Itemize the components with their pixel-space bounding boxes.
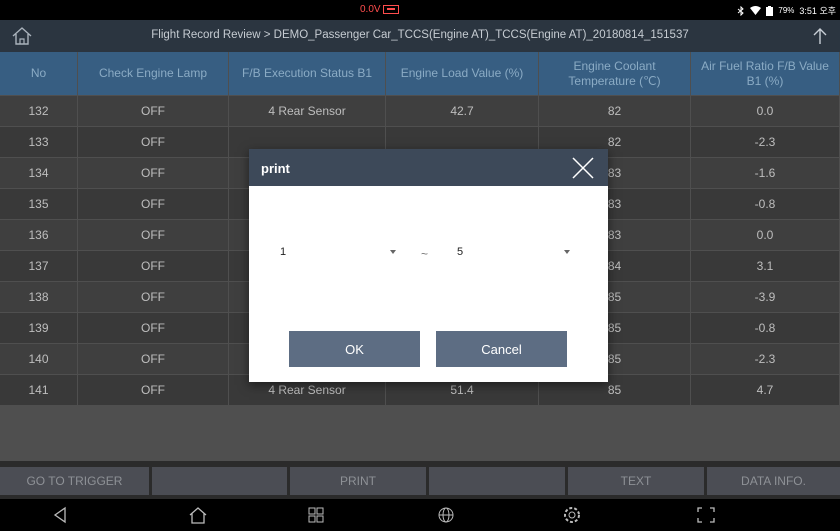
go-to-trigger-button[interactable]: GO TO TRIGGER [0,467,149,495]
ok-button[interactable]: OK [289,331,420,367]
cancel-button[interactable]: Cancel [436,331,567,367]
system-nav-bar [0,499,840,531]
voltage-value: 0.0V [360,4,381,15]
status-bar: 0.0V 79% 3:51 오후 [0,0,840,20]
globe-icon[interactable] [436,506,456,524]
chevron-down-icon [390,250,396,254]
home-icon[interactable] [188,506,208,524]
clock: 3:51 오후 [799,6,836,16]
text-button[interactable]: TEXT [567,467,704,495]
recent-apps-icon[interactable] [306,506,326,524]
car-battery-icon [382,5,399,14]
title-bar: Flight Record Review > DEMO_Passenger Ca… [0,20,840,52]
print-button[interactable]: PRINT [289,467,426,495]
battery-percent: 79% [778,6,795,15]
bluetooth-icon [738,5,745,16]
upload-icon[interactable] [810,25,830,47]
empty-function-button-2[interactable] [428,467,565,495]
close-icon[interactable] [568,153,598,183]
function-bar: GO TO TRIGGER PRINT TEXT DATA INFO. [0,461,840,499]
data-info-button[interactable]: DATA INFO. [706,467,840,495]
fullscreen-icon[interactable] [696,506,716,524]
from-select[interactable]: 1 [280,246,398,262]
print-dialog: print 1 ~ 5 OK Cancel [249,149,608,382]
gear-icon[interactable] [562,506,582,524]
to-value: 5 [457,246,464,258]
empty-function-button-1[interactable] [151,467,287,495]
battery-icon [766,5,774,16]
wifi-icon [750,6,762,15]
back-icon[interactable] [50,506,70,524]
page-title: Flight Record Review > DEMO_Passenger Ca… [151,29,689,41]
range-separator: ~ [421,247,429,261]
to-select[interactable]: 5 [457,246,575,262]
system-tray: 79% 3:51 오후 [737,4,836,17]
voltage-indicator: 0.0V [360,4,399,15]
chevron-down-icon [564,250,570,254]
from-value: 1 [280,246,287,258]
dialog-header: print [249,149,608,186]
dialog-title: print [261,161,290,176]
